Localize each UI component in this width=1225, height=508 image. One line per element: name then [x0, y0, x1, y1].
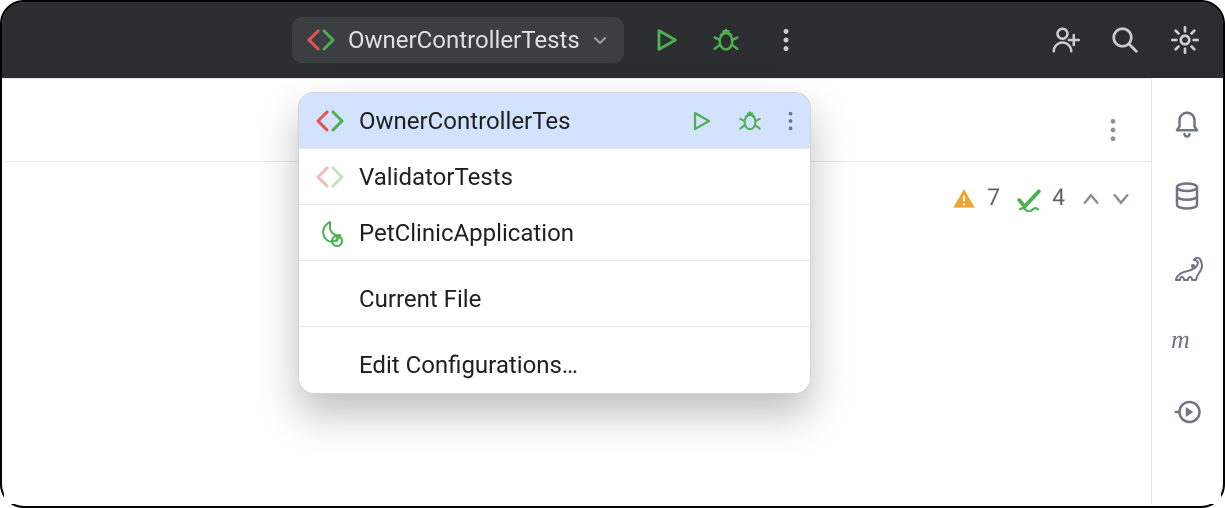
edit-configurations-item[interactable]: Edit Configurations… [299, 327, 810, 393]
current-file-label: Current File [359, 285, 794, 313]
gradle-button[interactable] [1169, 250, 1205, 286]
run-config-item-label: OwnerControllerTes [359, 107, 675, 135]
row-debug-button[interactable] [737, 108, 763, 134]
warning-icon [951, 184, 977, 212]
run-button[interactable] [648, 22, 684, 58]
row-more-button[interactable] [787, 110, 794, 132]
right-tool-strip: m [1151, 78, 1221, 504]
settings-button[interactable] [1167, 22, 1203, 58]
chevron-down-icon [592, 32, 608, 48]
editor-more-button[interactable] [1095, 112, 1131, 148]
search-button[interactable] [1107, 22, 1143, 58]
services-button[interactable] [1169, 394, 1205, 430]
main-toolbar: OwnerControllerTests [2, 2, 1223, 78]
run-config-item-owner-controller-tests[interactable]: OwnerControllerTes [299, 93, 810, 149]
run-config-icon [315, 106, 345, 136]
run-configuration-popup: OwnerControllerTes [298, 92, 811, 394]
run-configuration-label: OwnerControllerTests [348, 26, 580, 54]
notifications-button[interactable] [1169, 106, 1205, 142]
debug-button[interactable] [708, 22, 744, 58]
code-with-me-button[interactable] [1047, 22, 1083, 58]
run-configuration-selector[interactable]: OwnerControllerTests [292, 17, 624, 63]
spring-boot-icon [315, 218, 345, 248]
run-config-item-petclinic-application[interactable]: PetClinicApplication [299, 205, 810, 261]
blank-icon [315, 284, 345, 314]
current-file-item[interactable]: Current File [299, 261, 810, 327]
weak-warning-icon [1016, 184, 1042, 212]
run-config-icon [306, 25, 336, 55]
row-run-button[interactable] [689, 109, 713, 133]
weak-warning-count: 4 [1052, 184, 1065, 211]
edit-configurations-label: Edit Configurations… [359, 351, 794, 379]
database-button[interactable] [1169, 178, 1205, 214]
run-config-item-validator-tests[interactable]: ValidatorTests [299, 149, 810, 205]
problems-widget[interactable]: 7 4 [951, 184, 1131, 212]
prev-highlight-button[interactable] [1081, 184, 1101, 211]
maven-button[interactable]: m [1169, 322, 1205, 358]
run-config-item-label: ValidatorTests [359, 163, 794, 191]
more-actions-button[interactable] [768, 22, 804, 58]
blank-icon [315, 350, 345, 380]
run-config-icon [315, 162, 345, 192]
svg-text:m: m [1171, 326, 1190, 354]
run-config-item-label: PetClinicApplication [359, 219, 794, 247]
warning-count: 7 [987, 184, 1000, 211]
next-highlight-button[interactable] [1111, 184, 1131, 211]
